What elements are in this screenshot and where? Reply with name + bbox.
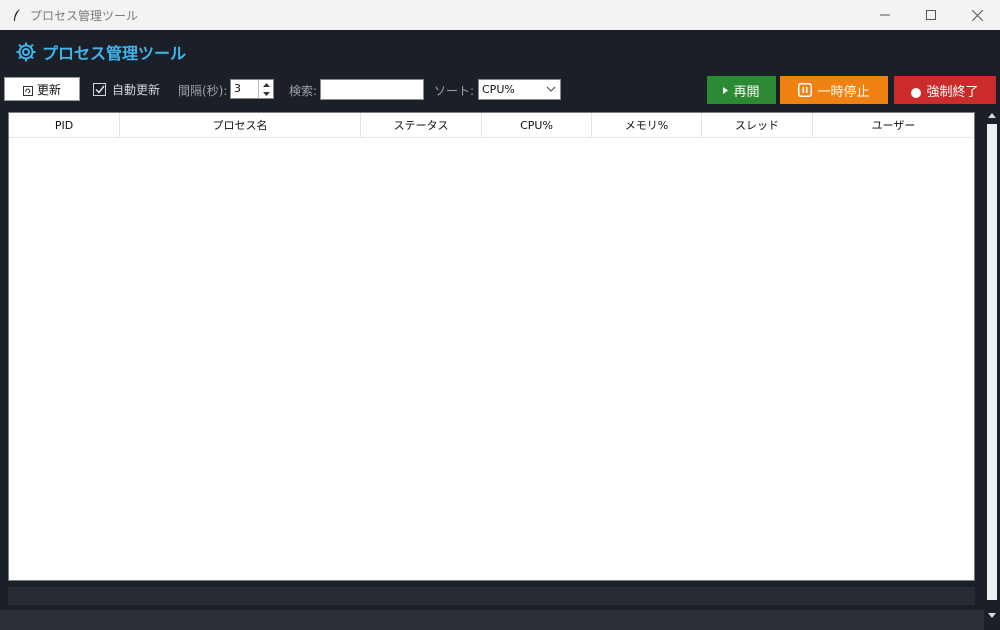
spin-down-button[interactable] [259, 89, 273, 98]
kill-label: 強制終了 [926, 84, 979, 100]
kill-button[interactable]: 強制終了 [894, 76, 996, 104]
chevron-down-icon [262, 91, 270, 96]
sort-label: ソート: [434, 84, 475, 98]
auto-refresh-label: 自動更新 [112, 83, 161, 97]
app-header: プロセス管理ツール [16, 40, 186, 64]
status-bar [0, 610, 984, 630]
pause-icon [798, 83, 813, 97]
minimize-button[interactable] [862, 0, 908, 30]
horizontal-scrollbar[interactable] [8, 587, 975, 605]
process-table[interactable]: PID プロセス名 ステータス CPU% メモリ% スレッド ユーザー [8, 112, 975, 581]
refresh-label: 更新 [36, 82, 61, 97]
window-title: プロセス管理ツール [30, 8, 139, 23]
minimize-icon [880, 14, 890, 16]
interval-label: 間隔(秒): [178, 84, 228, 98]
maximize-icon [926, 10, 936, 20]
auto-refresh-checkbox[interactable] [93, 83, 106, 96]
maximize-button[interactable] [908, 0, 954, 30]
search-input[interactable] [320, 79, 424, 100]
column-header-memory[interactable]: メモリ% [592, 113, 702, 137]
column-header-status[interactable]: ステータス [361, 113, 482, 137]
sort-select[interactable]: CPU% [478, 79, 561, 100]
close-button[interactable] [954, 0, 1000, 30]
chevron-down-icon [546, 86, 556, 92]
column-header-process-name[interactable]: プロセス名 [120, 113, 361, 137]
sort-selected-value: CPU% [482, 83, 515, 96]
chevron-up-icon [988, 112, 996, 118]
chevron-up-icon [262, 82, 270, 87]
interval-value[interactable]: 3 [231, 80, 258, 98]
stop-circle-icon [911, 87, 922, 98]
refresh-icon [22, 86, 33, 96]
resume-label: 再開 [733, 84, 760, 100]
resume-button[interactable]: 再開 [707, 76, 776, 104]
feather-icon [10, 8, 24, 22]
chevron-down-icon [988, 612, 996, 618]
scroll-up-button[interactable] [984, 108, 1000, 122]
spin-up-button[interactable] [259, 80, 273, 89]
scrollbar-track[interactable] [987, 124, 997, 600]
column-header-cpu[interactable]: CPU% [482, 113, 592, 137]
window-titlebar: プロセス管理ツール [0, 0, 1000, 30]
search-label: 検索: [289, 84, 318, 98]
scroll-down-button[interactable] [984, 608, 1000, 622]
checkmark-icon [94, 85, 105, 94]
page-title: プロセス管理ツール [42, 44, 187, 63]
pause-button[interactable]: 一時停止 [780, 76, 888, 104]
column-header-pid[interactable]: PID [9, 113, 120, 137]
column-header-user[interactable]: ユーザー [813, 113, 974, 137]
close-icon [971, 9, 983, 21]
gear-icon [16, 42, 36, 62]
refresh-button[interactable]: 更新 [4, 77, 80, 101]
interval-spinbox[interactable]: 3 [230, 79, 274, 99]
table-header: PID プロセス名 ステータス CPU% メモリ% スレッド ユーザー [9, 113, 974, 138]
auto-refresh-toggle[interactable]: 自動更新 [93, 81, 160, 98]
vertical-scrollbar[interactable] [984, 108, 1000, 618]
column-header-threads[interactable]: スレッド [702, 113, 813, 137]
play-icon [723, 86, 729, 94]
pause-label: 一時停止 [817, 84, 870, 100]
